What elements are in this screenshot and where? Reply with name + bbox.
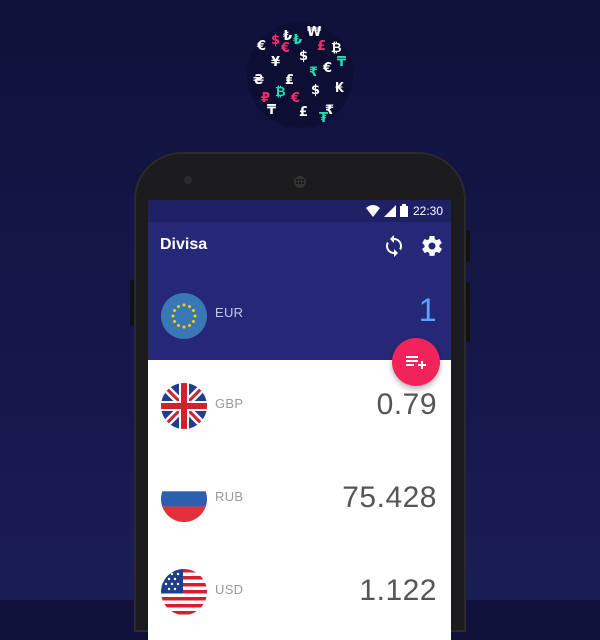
side-button [466,282,470,342]
svg-text:€: € [280,41,290,56]
svg-text:₤: ₤ [285,73,294,88]
svg-text:$: $ [311,83,320,98]
volume-button [130,280,134,326]
uk-flag-icon [161,383,207,429]
currency-code: GBP [215,396,244,411]
status-bar: 22:30 [148,200,451,222]
svg-text:£: £ [317,39,326,54]
svg-text:¥: ¥ [271,55,280,70]
app-title: Divisa [160,236,208,253]
russia-flag-icon [161,476,207,522]
svg-text:₺: ₺ [293,33,302,48]
sync-icon[interactable] [382,234,406,258]
svg-text:₿: ₿ [275,85,286,100]
signal-icon [384,205,396,217]
currency-code: EUR [215,305,244,320]
front-camera [184,176,192,184]
status-time: 22:30 [413,204,444,218]
currency-code: USD [215,582,244,597]
svg-text:€: € [290,91,300,106]
power-button [466,230,470,262]
svg-text:€: € [322,61,332,76]
phone-frame: 22:30 Divisa EUR 1 GBP 0.79 RUB 75.428 U… [130,152,470,640]
svg-text:₩: ₩ [307,25,322,40]
svg-text:₽: ₽ [261,91,270,106]
currency-value[interactable]: 1 [419,292,437,329]
wifi-icon [366,205,380,217]
battery-icon [400,204,408,217]
svg-text:₿: ₿ [331,41,342,56]
currency-value[interactable]: 0.79 [377,388,437,422]
currency-row-rub[interactable]: RUB 75.428 [148,453,451,545]
earpiece-speaker [294,176,306,188]
app-bar: Divisa [148,222,451,270]
currency-code: RUB [215,489,244,504]
svg-text:₮: ₮ [319,111,328,126]
svg-text:$: $ [271,33,280,48]
currency-value[interactable]: 1.122 [359,574,437,608]
svg-text:€: € [256,39,266,54]
svg-text:₭: ₭ [335,81,345,96]
svg-text:₸: ₸ [337,55,346,70]
add-to-list-icon [406,356,426,369]
usa-flag-icon [161,569,207,615]
app-logo-icon: € ₺ ₩ ₿ ¥ $ € ₴ ₤ $ ₭ ₸ £ ₹ $ £ ₽ € € ₺ ₹ ₿ ₮ ₸ [247,22,353,128]
svg-text:$: $ [299,49,308,64]
svg-text:₴: ₴ [253,73,264,88]
add-currency-fab[interactable] [392,338,440,386]
gear-icon[interactable] [420,234,444,258]
svg-text:₹: ₹ [309,65,318,80]
eu-flag-icon [161,293,207,339]
phone-screen: 22:30 Divisa EUR 1 GBP 0.79 RUB 75.428 U… [148,200,451,640]
currency-row-usd[interactable]: USD 1.122 [148,546,451,638]
currency-value[interactable]: 75.428 [342,481,437,515]
svg-text:£: £ [299,105,308,120]
